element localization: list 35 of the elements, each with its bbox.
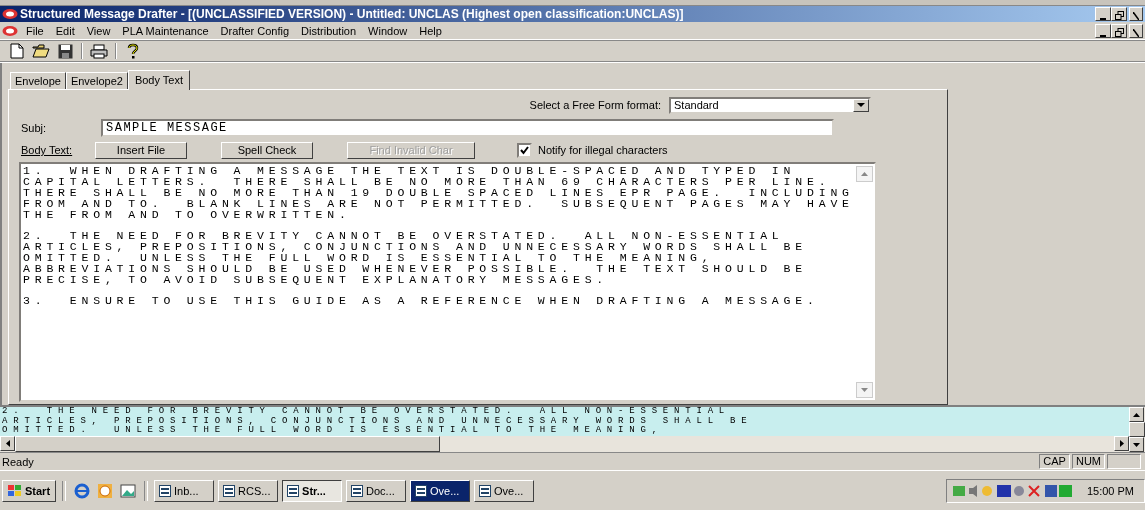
tab[interactable]: Body Text	[127, 70, 190, 90]
tab[interactable]: Envelope2	[65, 72, 128, 89]
menu-item[interactable]: Drafter Config	[214, 24, 296, 37]
menu-item[interactable]: Window	[362, 24, 414, 37]
format-label: Select a Free Form format:	[529, 99, 661, 111]
push-button[interactable]: Spell Check	[221, 141, 313, 159]
taskbar-button[interactable]: Str...	[282, 479, 343, 502]
body-paragraph: 2. THE NEED FOR BREVITY CANNOT BE OVERSTATED. ALL NON-ESSENTIAL ARTICLES, PREPOSITIONS, CONJUNCTIONS AND UNNECESSARY WORDS SHALL BE OMITTED. UNLESS THE FULL WORD IS ESSENTIAL TO THE MEANING, ABBREVIATIONS SHOULD BE USED WHENEVER POSSIBLE. THE TEXT SHOULD BE PRECISE, TO AVOID SUBSEQUENT EXPLANATORY MESSAGES.	[23, 230, 808, 285]
window-title: Structured Message Drafter - [(UNCLASSIFIED VERSION) - Untitled: UNCLAS (Highest open classification:UNCLAS)]	[20, 7, 685, 21]
menu-item[interactable]: Edit	[49, 24, 81, 37]
preview-text: 2. THE NEED FOR BREVITY CANNOT BE OVERSTATED. ALL NON-ESSENTIAL ARTICLES, PREPOSITIONS, CONJUNCTIONS AND UNNECESSARY WORDS SHALL BE OMITTED. UNLESS THE FULL WORD IS ESSENTIAL TO THE MEANING,	[0, 407, 1129, 436]
menu-item[interactable]: Distribution	[295, 24, 363, 37]
body-paragraph: 3. ENSURE TO USE THIS GUIDE AS A REFERENCE WHEN DRAFTING A MESSAGE.	[23, 295, 820, 306]
body-text-label: Body Text:	[20, 144, 74, 156]
status-text: Ready	[2, 455, 35, 468]
body-paragraph: 1. WHEN DRAFTING A MESSAGE THE TEXT IS DOUBLE-SPACED AND TYPED IN CAPITAL LETTERS. THERE SHALL BE NO MORE THAN 69 CHARACTERS PER LINE. THERE SHALL BE NO MORE THAN 19 DOUBLE SPACED LINES EPR PAGE. INCLUDING FROM AND TO. BLANK LINES ARE NOT PERMITTED. SUBSEQUENT PAGES MAY HAVE THE FROM AND TO OVERWRITTEN.	[23, 165, 854, 220]
menu-item[interactable]: Help	[413, 24, 448, 37]
taskbar-button[interactable]: Ove...	[410, 479, 471, 502]
menu-item[interactable]: PLA Maintenance	[116, 24, 215, 37]
tab[interactable]: Envelope	[10, 72, 66, 89]
taskbar-button[interactable]: Ove...	[474, 479, 535, 502]
taskbar-button[interactable]: RCS...	[218, 479, 279, 502]
clock-time: 15:00 PM	[1086, 484, 1134, 497]
subject-label: Subj:	[20, 122, 48, 134]
checkbox-label: Notify for illegal characters	[538, 144, 668, 156]
taskbar-button[interactable]: Doc...	[346, 479, 407, 502]
subject-field[interactable]: SAMPLE MESSAGE	[101, 119, 834, 137]
format-dropdown[interactable]: Standard	[669, 96, 871, 114]
menu-item[interactable]: View	[80, 24, 117, 37]
status-indicator: CAP	[1039, 454, 1070, 469]
taskbar-button[interactable]: Inb...	[154, 479, 215, 502]
status-indicator: NUM	[1071, 454, 1105, 469]
menu-item[interactable]: File	[20, 24, 50, 37]
start-button[interactable]: Start	[2, 479, 57, 502]
push-button[interactable]: Insert File	[95, 141, 187, 159]
